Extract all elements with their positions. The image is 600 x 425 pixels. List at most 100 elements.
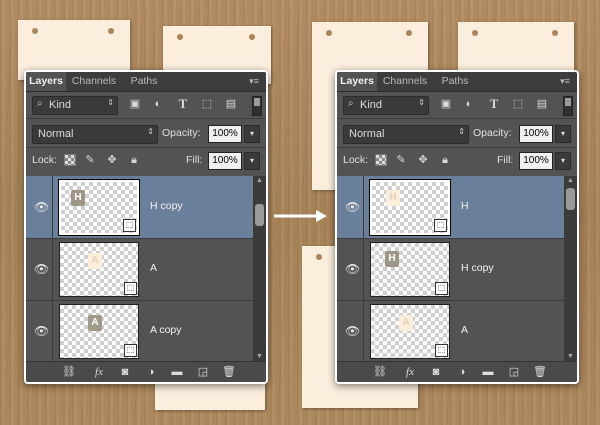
fill-dropdown-icon[interactable]: ▾: [244, 152, 260, 170]
image-filter-icon[interactable]: ▣: [128, 97, 142, 111]
link-icon[interactable]: ⛓: [373, 365, 387, 379]
layers-panel-before: Layers Channels Paths ▾≡ ⌕ Kind ⇕ ▣ ◐ T …: [24, 70, 268, 384]
layer-row[interactable]: 👁︎ A ⬚ A copy: [26, 300, 253, 362]
eye-icon[interactable]: 👁︎: [34, 324, 49, 338]
opacity-field[interactable]: 100%: [519, 125, 553, 143]
mask-icon[interactable]: ◙: [429, 365, 443, 379]
letter-preview: H: [386, 190, 400, 206]
blend-mode-select[interactable]: Normal ⇕: [343, 125, 469, 144]
tab-channels[interactable]: Channels: [379, 72, 431, 91]
lock-paint-icon[interactable]: ✎: [84, 154, 96, 166]
panel-menu-icon[interactable]: ▾≡: [248, 75, 260, 87]
trash-icon[interactable]: 🗑︎: [222, 365, 236, 379]
lock-transparent-icon[interactable]: [64, 154, 76, 166]
adjustment-icon[interactable]: ◑: [455, 365, 469, 379]
panel-tabbar: Layers Channels Paths ▾≡: [26, 72, 266, 92]
fill-field[interactable]: 100%: [208, 152, 242, 170]
adjustment-filter-icon[interactable]: ◐: [462, 97, 476, 111]
layer-name[interactable]: H copy: [150, 200, 183, 212]
filter-kind-select[interactable]: ⌕ Kind ⇕: [32, 96, 118, 115]
panel-tabbar: Layers Channels Paths ▾≡: [337, 72, 577, 92]
layers-scrollbar[interactable]: ▲ ▼: [253, 176, 266, 362]
eye-icon[interactable]: 👁︎: [345, 200, 360, 214]
letter-preview: H: [385, 251, 399, 267]
folder-icon[interactable]: ▬: [170, 365, 184, 379]
layers-list: 👁︎ H ⬚ H 👁︎ H ⬚ H copy 👁︎ A ⬚ A: [337, 176, 564, 362]
layer-name[interactable]: A: [461, 324, 468, 336]
tab-paths[interactable]: Paths: [124, 72, 164, 91]
fill-dropdown-icon[interactable]: ▾: [555, 152, 571, 170]
layer-row[interactable]: 👁︎ H ⬚ H: [337, 176, 564, 239]
mask-icon[interactable]: ◙: [118, 365, 132, 379]
divider: [52, 238, 53, 300]
fill-field[interactable]: 100%: [519, 152, 553, 170]
chevron-updown-icon: ⇕: [147, 127, 154, 136]
trash-icon[interactable]: 🗑︎: [533, 365, 547, 379]
layer-name[interactable]: A copy: [150, 324, 182, 336]
lock-all-icon[interactable]: 🔒︎: [439, 154, 451, 166]
opacity-dropdown-icon[interactable]: ▾: [244, 125, 260, 143]
kind-label: Kind: [49, 99, 72, 111]
smart-object-filter-icon[interactable]: ▤: [224, 97, 238, 111]
filter-toggle-switch[interactable]: [252, 96, 262, 116]
type-filter-icon[interactable]: T: [176, 97, 190, 111]
letter-preview: A: [88, 253, 102, 269]
layers-panel-after: Layers Channels Paths ▾≡ ⌕ Kind ⇕ ▣ ◐ T …: [335, 70, 579, 384]
lock-all-icon[interactable]: 🔒︎: [128, 154, 140, 166]
eye-icon[interactable]: 👁︎: [34, 262, 49, 276]
tab-layers[interactable]: Layers: [26, 72, 66, 91]
lock-position-icon[interactable]: ✥: [106, 154, 118, 166]
adjustment-icon[interactable]: ◑: [144, 365, 158, 379]
lock-position-icon[interactable]: ✥: [417, 154, 429, 166]
lock-transparent-icon[interactable]: [375, 154, 387, 166]
search-icon: ⌕: [348, 98, 354, 109]
layer-name[interactable]: H: [461, 200, 469, 212]
scrollbar-thumb[interactable]: [566, 188, 575, 210]
layer-thumbnail: A ⬚: [59, 242, 139, 297]
lock-paint-icon[interactable]: ✎: [395, 154, 407, 166]
tab-paths[interactable]: Paths: [435, 72, 475, 91]
layer-row[interactable]: 👁︎ H ⬚ H copy: [26, 176, 253, 239]
new-layer-icon[interactable]: ◲: [196, 365, 210, 379]
new-layer-icon[interactable]: ◲: [507, 365, 521, 379]
panel-menu-icon[interactable]: ▾≡: [559, 75, 571, 87]
scroll-up-icon[interactable]: ▲: [253, 176, 266, 186]
chevron-updown-icon: ⇕: [107, 98, 114, 107]
layer-name[interactable]: H copy: [461, 262, 494, 274]
layer-name[interactable]: A: [150, 262, 157, 274]
smart-object-icon: ⬚: [434, 219, 447, 232]
blend-mode-select[interactable]: Normal ⇕: [32, 125, 158, 144]
scroll-up-icon[interactable]: ▲: [564, 176, 577, 186]
eye-icon[interactable]: 👁︎: [34, 200, 49, 214]
folder-icon[interactable]: ▬: [481, 365, 495, 379]
panel-bottom-toolbar: ⛓ fx ◙ ◑ ▬ ◲ 🗑︎: [337, 361, 577, 382]
type-filter-icon[interactable]: T: [487, 97, 501, 111]
divider: [337, 147, 577, 148]
opacity-dropdown-icon[interactable]: ▾: [555, 125, 571, 143]
kind-label: Kind: [360, 99, 383, 111]
layers-scrollbar[interactable]: ▲ ▼: [564, 176, 577, 362]
eye-icon[interactable]: 👁︎: [345, 262, 360, 276]
eye-icon[interactable]: 👁︎: [345, 324, 360, 338]
layers-list: 👁︎ H ⬚ H copy 👁︎ A ⬚ A 👁︎ A ⬚ A copy: [26, 176, 253, 362]
adjustment-filter-icon[interactable]: ◐: [151, 97, 165, 111]
shape-filter-icon[interactable]: ⬚: [200, 97, 214, 111]
fx-icon[interactable]: fx: [401, 365, 419, 379]
tab-channels[interactable]: Channels: [68, 72, 120, 91]
filter-toggle-switch[interactable]: [563, 96, 573, 116]
fill-label: Fill:: [186, 154, 203, 166]
filter-kind-select[interactable]: ⌕ Kind ⇕: [343, 96, 429, 115]
layer-row[interactable]: 👁︎ H ⬚ H copy: [337, 238, 564, 301]
tab-layers[interactable]: Layers: [337, 72, 377, 91]
scrollbar-thumb[interactable]: [255, 204, 264, 226]
letter-preview: A: [88, 315, 102, 331]
shape-filter-icon[interactable]: ⬚: [511, 97, 525, 111]
opacity-field[interactable]: 100%: [208, 125, 242, 143]
fx-icon[interactable]: fx: [90, 365, 108, 379]
layer-row[interactable]: 👁︎ A ⬚ A: [26, 238, 253, 301]
image-filter-icon[interactable]: ▣: [439, 97, 453, 111]
layer-row[interactable]: 👁︎ A ⬚ A: [337, 300, 564, 362]
letter-preview: H: [71, 190, 85, 206]
smart-object-filter-icon[interactable]: ▤: [535, 97, 549, 111]
link-icon[interactable]: ⛓: [62, 365, 76, 379]
